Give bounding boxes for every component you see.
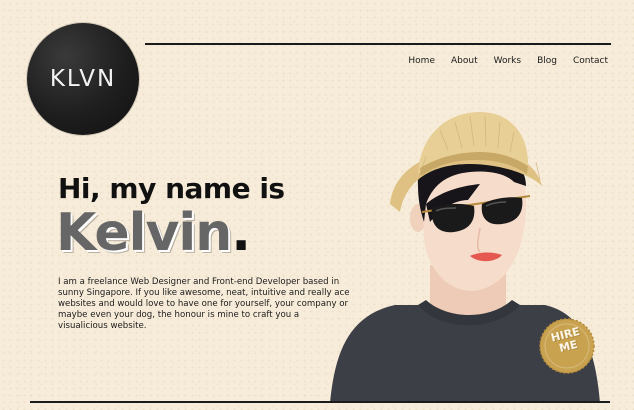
nav-contact[interactable]: Contact — [573, 56, 608, 66]
logo-text: KLVN — [49, 66, 117, 92]
hero-bio: I am a freelance Web Designer and Front-… — [58, 276, 350, 332]
nav-blog[interactable]: Blog — [537, 56, 557, 66]
hire-me-button[interactable]: HIRE ME — [539, 318, 595, 374]
nav-works[interactable]: Works — [494, 56, 521, 66]
hero-name-text: Kelvin — [56, 203, 232, 263]
main-nav: Home About Works Blog Contact — [392, 56, 608, 66]
site-logo[interactable]: KLVN — [27, 23, 139, 135]
nav-home[interactable]: Home — [408, 56, 435, 66]
hero-greeting: Hi, my name is — [58, 172, 285, 205]
footer-divider — [30, 401, 610, 403]
hero-name: Kelvin. — [56, 207, 251, 259]
hero-name-period: . — [231, 203, 251, 263]
header-divider — [145, 43, 611, 45]
nav-about[interactable]: About — [451, 56, 478, 66]
